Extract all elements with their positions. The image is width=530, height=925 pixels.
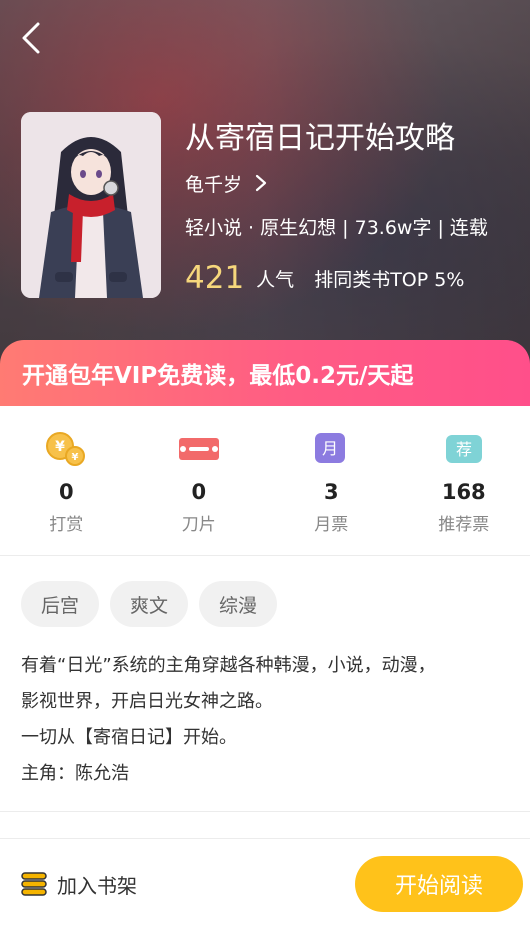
stat-value: 0 xyxy=(191,480,207,504)
stat-value: 0 xyxy=(58,480,74,504)
stat-value: 3 xyxy=(323,480,339,504)
svg-text:¥: ¥ xyxy=(72,452,79,463)
stat-reward[interactable]: ¥ ¥ 0 打赏 xyxy=(0,406,133,555)
description-line: 有着“日光”系统的主角穿越各种韩漫，小说，动漫， xyxy=(21,655,436,676)
chevron-left-icon xyxy=(22,22,40,54)
stat-label: 月票 xyxy=(314,515,349,535)
description-line: 影视世界，开启日光女神之路。 xyxy=(21,691,273,712)
stat-label: 打赏 xyxy=(49,515,84,535)
bottom-action-bar: 加入书架 开始阅读 xyxy=(0,839,530,925)
monthly-icon-glyph: 月 xyxy=(322,439,338,458)
vip-banner-text: 开通包年VIP免费读，最低0.2元/天起 xyxy=(22,363,414,389)
stat-blade[interactable]: 0 刀片 xyxy=(133,406,266,555)
book-title: 从寄宿日记开始攻略 xyxy=(185,121,455,156)
back-button[interactable] xyxy=(14,18,54,58)
stat-label: 刀片 xyxy=(181,515,216,535)
bookshelf-icon xyxy=(21,872,47,896)
svg-text:¥: ¥ xyxy=(55,439,65,455)
book-cover[interactable] xyxy=(21,112,161,298)
stat-label: 推荐票 xyxy=(438,515,490,535)
book-meta: 轻小说 · 原生幻想 | 73.6w字 | 连载 xyxy=(185,217,488,239)
description-line: 主角：陈允浩 xyxy=(21,763,129,784)
popularity-value: 421 xyxy=(185,260,245,296)
monthly-ticket-icon: 月 xyxy=(309,430,353,468)
tag-item[interactable]: 后宫 xyxy=(21,581,100,627)
popularity-label: 人气 xyxy=(256,268,295,291)
rank-label: 排同类书TOP 5% xyxy=(314,268,465,291)
author-link[interactable]: 龟千岁 xyxy=(185,170,268,196)
add-to-shelf-button[interactable]: 加入书架 xyxy=(21,869,137,899)
recommend-icon-glyph: 荐 xyxy=(456,440,472,459)
cover-illustration xyxy=(21,112,161,298)
coin-icon: ¥ ¥ xyxy=(44,430,88,468)
blade-icon xyxy=(177,430,221,468)
popularity-row: 421 人气 排同类书TOP 5% xyxy=(185,258,464,298)
divider xyxy=(0,811,530,812)
book-description: 有着“日光”系统的主角穿越各种韩漫，小说，动漫， 影视世界，开启日光女神之路。 … xyxy=(21,648,511,792)
vip-banner[interactable]: 开通包年VIP免费读，最低0.2元/天起 xyxy=(0,340,530,406)
stat-value: 168 xyxy=(441,480,486,504)
tag-list: 后宫 爽文 综漫 xyxy=(21,581,278,627)
add-to-shelf-label: 加入书架 xyxy=(57,873,137,898)
stat-monthly-ticket[interactable]: 月 3 月票 xyxy=(265,406,398,555)
tag-item[interactable]: 综漫 xyxy=(199,581,278,627)
chevron-right-icon xyxy=(255,174,267,192)
stats-row: ¥ ¥ 0 打赏 0 刀片 月 3 月票 荐 168 推荐票 xyxy=(0,406,530,556)
recommend-ticket-icon: 荐 xyxy=(442,430,486,468)
start-reading-button[interactable]: 开始阅读 xyxy=(355,856,523,912)
author-name: 龟千岁 xyxy=(185,173,243,196)
description-line: 一切从【寄宿日记】开始。 xyxy=(21,727,237,748)
tag-item[interactable]: 爽文 xyxy=(110,581,189,627)
stat-recommend-ticket[interactable]: 荐 168 推荐票 xyxy=(398,406,530,555)
